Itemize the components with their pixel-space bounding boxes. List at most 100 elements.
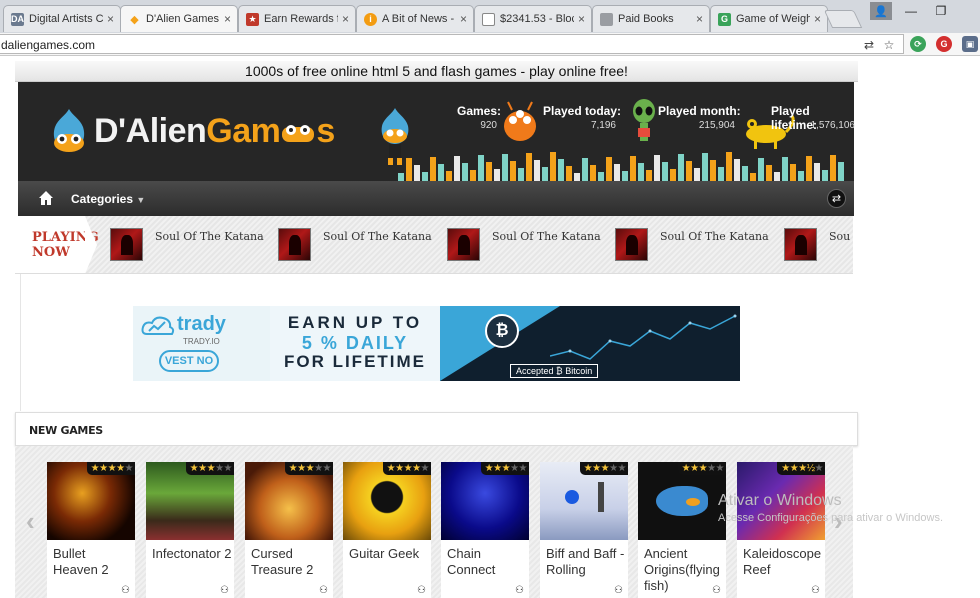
playing-item-title: Soul Of The Katana — [492, 230, 601, 243]
close-icon[interactable]: × — [224, 12, 231, 26]
bookmark-star-icon[interactable]: ☆ — [881, 37, 897, 53]
tab-earn-rewards[interactable]: ★ Earn Rewards f × — [238, 5, 356, 32]
extension-blue-icon[interactable]: ▣ — [962, 36, 978, 52]
alien-orange-icon — [504, 101, 536, 141]
activity-bar — [806, 156, 812, 181]
game-card-biff-and-baff[interactable]: ★★★★★ Biff and Baff - Rolling ⚇ — [540, 462, 628, 598]
gamepad-icon — [282, 124, 315, 142]
activity-bar — [686, 161, 692, 181]
address-bar[interactable]: daliengames.com ⇄ ☆ — [0, 34, 904, 54]
new-tab-button[interactable] — [823, 10, 863, 28]
categories-menu[interactable]: Categories ▼ — [71, 192, 145, 206]
activity-bar — [662, 162, 668, 181]
game-title: Guitar Geek — [349, 546, 420, 561]
ad-graphic: ₿ Accepted ₿ Bitcoin — [440, 306, 740, 381]
playing-item[interactable]: Soul Of The Katana — [278, 228, 432, 261]
gamepad-icon: ⚇ — [220, 585, 229, 596]
playing-item[interactable]: Sou — [784, 228, 850, 261]
fin-icon — [686, 498, 700, 506]
restore-icon[interactable]: ❐ — [926, 0, 956, 22]
close-icon[interactable]: × — [696, 12, 703, 26]
activity-bar — [814, 163, 820, 181]
activity-bar — [718, 167, 724, 181]
rating-stars: ★★★★★ — [382, 462, 431, 475]
tab-label: $2341.53 - Bloc — [500, 13, 574, 25]
rating-stars: ★★★½★ — [777, 462, 825, 475]
da-icon: DA — [11, 12, 24, 26]
activity-bar — [758, 158, 764, 181]
extension-red-icon[interactable]: G — [936, 36, 952, 52]
playing-item[interactable]: Soul Of The Katana — [615, 228, 769, 261]
home-icon[interactable] — [38, 190, 54, 206]
ad-accepted-bitcoin: Accepted ₿ Bitcoin — [510, 364, 599, 378]
activity-bar — [510, 161, 516, 181]
activity-bar — [694, 168, 700, 181]
bitcoin-icon: ₿ — [485, 314, 519, 348]
profile-icon[interactable]: 👤 — [870, 2, 892, 20]
extension-refresh-icon[interactable]: ⟳ — [910, 36, 926, 52]
close-icon[interactable]: × — [814, 12, 821, 26]
playing-item[interactable]: Soul Of The Katana — [447, 228, 601, 261]
minimize-icon[interactable]: — — [896, 0, 926, 22]
game-card-infectonator-2[interactable]: ★★★★★ Infectonator 2 ⚇ — [146, 462, 234, 598]
activity-bar — [550, 152, 556, 181]
game-card-guitar-geek[interactable]: ★★★★★ Guitar Geek ⚇ — [343, 462, 431, 598]
game-icon: G — [718, 12, 731, 26]
translate-icon[interactable]: ⇄ — [861, 37, 877, 53]
activity-bar — [798, 171, 804, 181]
gamepad-icon: ◆ — [130, 13, 139, 26]
activity-bar — [630, 156, 636, 181]
game-title: Bullet Heaven 2 — [53, 546, 109, 577]
activity-bar — [790, 164, 796, 181]
playing-label-line: PLAYING — [32, 230, 99, 245]
activity-bar — [478, 155, 484, 181]
game-card-bullet-heaven-2[interactable]: ★★★★★ Bullet Heaven 2 ⚇ — [47, 462, 135, 598]
site-logo[interactable]: D'AlienGam s — [46, 107, 335, 155]
playing-item-title: Soul Of The Katana — [660, 230, 769, 243]
activity-bar — [638, 163, 644, 181]
activity-bar — [606, 157, 612, 181]
game-title: Kaleidoscope Reef — [743, 546, 822, 577]
activity-bar — [494, 169, 500, 181]
game-card-kaleidoscope-reef[interactable]: ★★★½★ Kaleidoscope Reef ⚇ — [737, 462, 825, 598]
alien-mascot-icon — [53, 109, 85, 152]
gamepad-icon: ⚇ — [515, 585, 524, 596]
game-thumbnail — [784, 228, 817, 261]
tab-daliengames[interactable]: ◆ D'Alien Games × — [120, 5, 238, 32]
close-icon[interactable]: × — [342, 12, 349, 26]
tab-blockchain[interactable]: $2341.53 - Bloc × — [474, 5, 592, 32]
played-month-value: 215,904 — [698, 120, 735, 131]
playing-now-label: PLAYING NOW — [15, 216, 99, 273]
playing-item-title: Sou — [829, 230, 851, 243]
tab-digital-artists[interactable]: DA Digital Artists C × — [3, 5, 121, 32]
game-card-cursed-treasure-2[interactable]: ★★★★★ Cursed Treasure 2 ⚇ — [245, 462, 333, 598]
game-card-chain-connect[interactable]: ★★★★★ Chain Connect ⚇ — [441, 462, 529, 598]
activity-bar — [566, 166, 572, 181]
tab-bit-of-news[interactable]: i A Bit of News - × — [356, 5, 474, 32]
rating-stars: ★★★★★ — [284, 462, 333, 475]
close-icon[interactable]: × — [107, 12, 114, 26]
activity-bar — [574, 173, 580, 181]
activity-bar — [486, 162, 492, 181]
cloud-chart-icon — [141, 316, 175, 335]
tab-game-of-weight[interactable]: G Game of Weigh × — [710, 5, 828, 32]
ad-invest-button[interactable]: VEST NO — [159, 350, 219, 372]
close-icon[interactable]: × — [460, 12, 467, 26]
advertisement-banner[interactable]: trady TRADY.IO VEST NO EARN UP TO 5 % DA… — [133, 306, 740, 381]
ad-message: EARN UP TO 5 % DAILY FOR LIFETIME — [270, 306, 440, 381]
played-lifetime-value: 1,576,106 — [810, 120, 856, 131]
tab-paid-books[interactable]: Paid Books × — [592, 5, 710, 32]
game-thumbnail — [615, 228, 648, 261]
rating-stars: ★★★★★ — [480, 462, 529, 475]
activity-bar — [422, 172, 428, 181]
playing-item[interactable]: Soul Of The Katana — [110, 228, 264, 261]
ad-line: FOR LIFETIME — [283, 352, 427, 371]
chevron-left-icon[interactable]: ‹ — [26, 506, 35, 537]
close-icon[interactable]: × — [578, 12, 585, 26]
gamepad-icon: ⚇ — [811, 585, 820, 596]
game-card-ancient-origins[interactable]: ★★★★★ Ancient Origins(flying fish) ⚇ — [638, 462, 726, 598]
ad-line: 5 % DAILY — [301, 333, 409, 353]
alien-green-icon — [633, 99, 655, 141]
activity-bar — [470, 170, 476, 181]
shuffle-icon[interactable]: ⇄ — [827, 189, 846, 208]
